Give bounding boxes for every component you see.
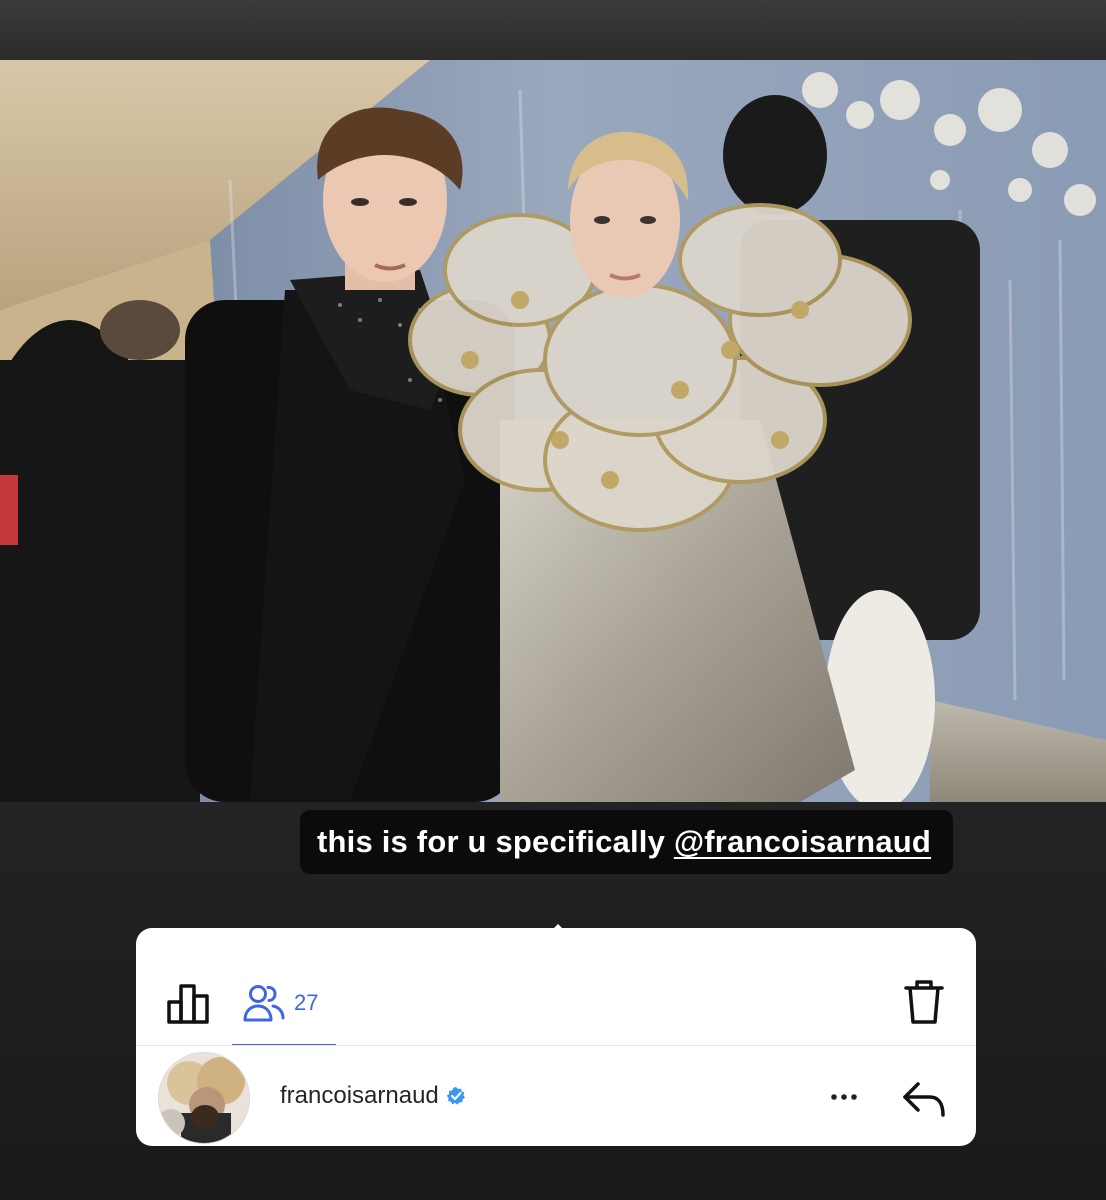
caption-text: this is for u specifically bbox=[317, 824, 674, 859]
viewers-count: 27 bbox=[294, 990, 319, 1015]
more-horizontal-icon[interactable] bbox=[824, 1082, 864, 1112]
reply-arrow-icon[interactable] bbox=[900, 1078, 948, 1118]
story-photo bbox=[0, 60, 1106, 802]
verified-badge-icon bbox=[446, 1087, 465, 1105]
viewer-list-item[interactable]: francoisarnaud bbox=[136, 1052, 976, 1144]
divider bbox=[136, 1045, 976, 1046]
viewer-username-group[interactable]: francoisarnaud bbox=[280, 1082, 466, 1110]
story-photo-art bbox=[0, 60, 1106, 802]
caption-mention-link[interactable]: @francoisarnaud bbox=[674, 824, 931, 859]
viewer-sheet-toolbar: 27 bbox=[136, 948, 976, 1048]
bar-chart-icon[interactable] bbox=[166, 980, 212, 1026]
story-viewer: this is for u specifically @francoisarna… bbox=[0, 0, 1106, 1200]
avatar[interactable] bbox=[158, 1052, 250, 1144]
trash-icon[interactable] bbox=[902, 978, 946, 1026]
people-icon bbox=[243, 985, 285, 1022]
avatar-image bbox=[159, 1053, 249, 1143]
story-caption: this is for u specifically @francoisarna… bbox=[300, 810, 954, 874]
sheet-pointer bbox=[538, 924, 578, 944]
viewers-tab[interactable]: 27 bbox=[242, 978, 318, 1028]
viewer-username: francoisarnaud bbox=[280, 1082, 439, 1109]
viewer-sheet: 27 francoisarnaud bbox=[136, 928, 976, 1146]
